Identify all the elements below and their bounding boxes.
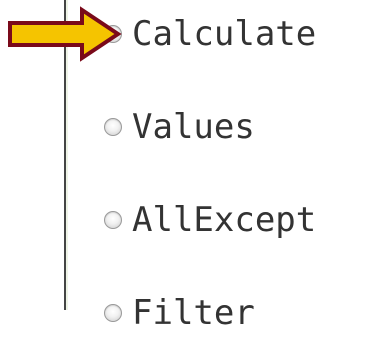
radio-option-label: Values [132,107,255,147]
radio-option-label: Filter [132,293,255,333]
radio-option-list: Calculate Values AllExcept Filter [104,0,391,339]
radio-button-icon[interactable] [104,304,122,322]
screenshot-page: Calculate Values AllExcept Filter [0,0,391,339]
radio-button-icon[interactable] [104,118,122,136]
arrow-right-icon [8,6,122,62]
radio-button-icon[interactable] [104,211,122,229]
radio-option-filter[interactable]: Filter [104,285,255,339]
radio-option-label: AllExcept [132,200,317,240]
radio-option-allexcept[interactable]: AllExcept [104,192,316,248]
radio-option-calculate[interactable]: Calculate [104,6,316,62]
radio-option-label: Calculate [132,14,317,54]
radio-option-values[interactable]: Values [104,99,255,155]
